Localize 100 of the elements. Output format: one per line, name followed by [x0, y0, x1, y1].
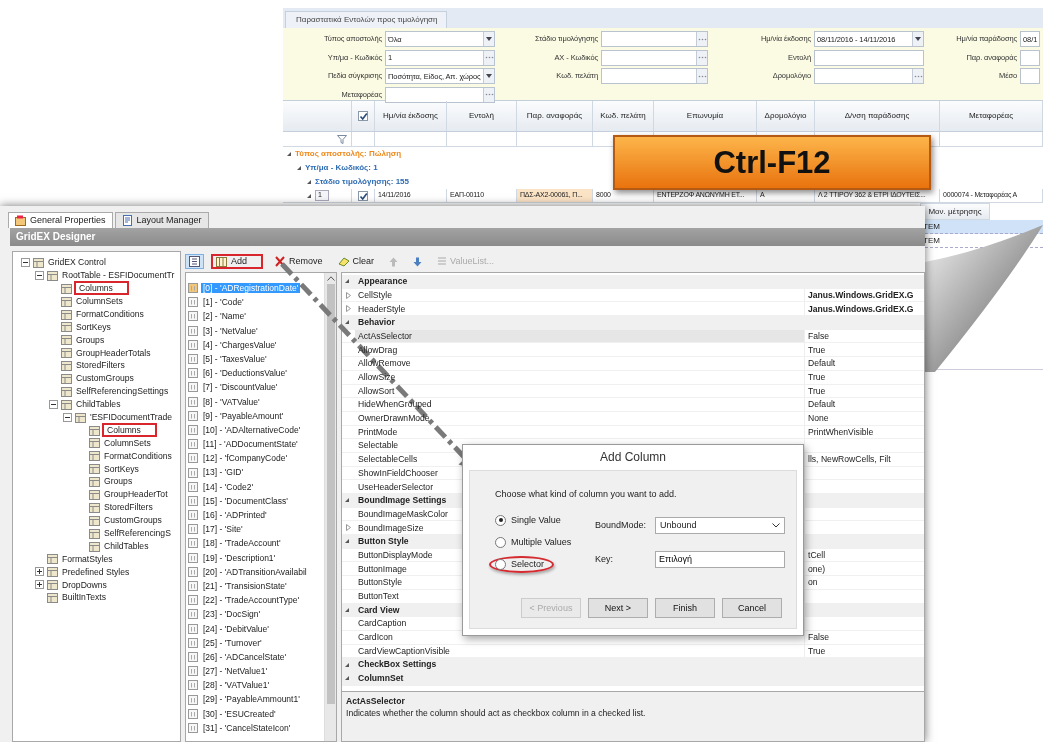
list-item[interactable]: [25] - 'Turnover': [201, 637, 264, 648]
list-item[interactable]: [2] - 'Name': [201, 311, 248, 322]
add-button[interactable]: Add: [211, 254, 263, 269]
row-checkbox[interactable]: [358, 190, 368, 201]
lookup-field[interactable]: [814, 68, 924, 84]
radio-option[interactable]: Selector: [489, 555, 555, 573]
radio-option[interactable]: Single Value: [489, 511, 571, 529]
list-item[interactable]: [1] - 'Code': [201, 297, 246, 308]
row-toggle[interactable]: [307, 193, 311, 198]
tree-item[interactable]: CustomGroups: [102, 515, 164, 526]
lookup-field[interactable]: [385, 86, 495, 103]
property-name[interactable]: HeaderStyle: [358, 303, 406, 314]
tree-item[interactable]: ChildTables: [102, 540, 151, 552]
list-item[interactable]: [20] - 'ADTransitionAvailabil: [201, 566, 309, 577]
list-item[interactable]: [19] - 'Description1': [201, 552, 278, 563]
category-toggle[interactable]: [344, 279, 349, 284]
header-checkbox[interactable]: [358, 111, 368, 121]
tree-toggle[interactable]: [49, 399, 58, 409]
tree-item[interactable]: 'ESFIDocumentTrade: [88, 411, 175, 423]
dropdown-button[interactable]: [483, 69, 494, 83]
property-name[interactable]: SelectableCells: [358, 454, 418, 465]
boundmode-dropdown[interactable]: Unbound: [655, 517, 785, 535]
group-toggle[interactable]: [287, 152, 291, 156]
list-item[interactable]: [10] - 'ADAlternativeCode': [201, 424, 303, 436]
dropdown-button[interactable]: [912, 32, 923, 46]
property-value[interactable]: Janus.Windows.GridEX.G: [808, 303, 914, 314]
column-header[interactable]: Εντολή: [447, 101, 517, 131]
input-field[interactable]: [814, 49, 924, 66]
property-value[interactable]: False: [808, 330, 829, 342]
list-item[interactable]: [5] - 'TaxesValue': [201, 353, 269, 365]
tree-toggle[interactable]: [63, 412, 72, 422]
list-item[interactable]: [12] - 'fCompanyCode': [201, 453, 290, 464]
property-name[interactable]: CellStyle: [358, 289, 392, 301]
input-field[interactable]: [1020, 49, 1040, 66]
property-value[interactable]: PrintWhenVisible: [808, 426, 874, 438]
key-field[interactable]: Επιλογή: [655, 550, 785, 568]
list-item[interactable]: [28] - 'VATValue1': [201, 680, 272, 691]
list-item[interactable]: [29] - 'PayableAmmount1': [201, 694, 302, 705]
list-item[interactable]: [16] - 'ADPrinted': [201, 510, 269, 521]
group-toggle[interactable]: [307, 180, 311, 184]
tree-item[interactable]: RootTable - ESFIDocumentTr: [60, 270, 177, 281]
property-value[interactable]: True: [808, 385, 826, 396]
radio-option[interactable]: Multiple Values: [489, 533, 582, 551]
list-item[interactable]: [4] - 'ChargesValue': [201, 339, 279, 350]
property-name[interactable]: UseHeaderSelector: [358, 481, 433, 492]
list-item[interactable]: [24] - 'DebitValue': [201, 623, 271, 634]
category-toggle[interactable]: [344, 320, 349, 325]
list-item[interactable]: [13] - 'GID': [201, 467, 246, 478]
tree-item[interactable]: FormatConditions: [74, 308, 146, 320]
property-value[interactable]: False: [808, 632, 829, 643]
property-name[interactable]: CardCaption: [358, 618, 407, 629]
document-tab[interactable]: Παραστατικά Εντολών προς τιμολόγηση: [285, 11, 447, 28]
tree-toggle[interactable]: [35, 580, 44, 590]
tree-item[interactable]: Columns: [74, 281, 129, 296]
tree-item[interactable]: SelfReferencingSettings: [74, 386, 171, 397]
tab[interactable]: Layout Manager: [114, 212, 209, 228]
column-header[interactable]: Μεταφορέας: [940, 101, 1043, 131]
list-item[interactable]: [3] - 'NetValue': [201, 325, 260, 336]
lookup-field[interactable]: [601, 31, 708, 47]
clear-button[interactable]: Clear: [333, 254, 379, 269]
property-value[interactable]: one): [808, 563, 826, 574]
tree-item[interactable]: GridEX Control: [46, 257, 108, 268]
group-toggle[interactable]: [297, 166, 301, 170]
category-toggle[interactable]: [344, 539, 349, 544]
expand-icon[interactable]: [346, 524, 351, 532]
list-item[interactable]: [7] - 'DiscountValue': [201, 382, 280, 393]
list-item[interactable]: [26] - 'ADCancelState': [201, 651, 289, 663]
tree-item[interactable]: ColumnSets: [74, 295, 125, 307]
dialog-button[interactable]: Finish: [655, 598, 715, 618]
property-value[interactable]: on: [808, 577, 818, 588]
tree-toggle[interactable]: [21, 257, 30, 267]
property-name[interactable]: Selectable: [358, 440, 399, 451]
property-value[interactable]: Default: [808, 358, 836, 369]
property-value[interactable]: Janus.Windows.GridEX.G: [808, 289, 914, 301]
column-header[interactable]: Παρ. αναφοράς: [517, 101, 593, 131]
tree-item[interactable]: CustomGroups: [74, 373, 136, 384]
tree-item[interactable]: GroupHeaderTotals: [74, 347, 153, 358]
property-name[interactable]: ActAsSelector: [358, 330, 412, 342]
column-header[interactable]: Κωδ. πελάτη: [593, 101, 654, 131]
lookup-field[interactable]: [601, 49, 708, 66]
dialog-button[interactable]: Next >: [588, 598, 648, 618]
dropdown-button[interactable]: [483, 32, 494, 46]
tree-item[interactable]: GroupHeaderTot: [102, 489, 170, 500]
radio-button[interactable]: [495, 536, 506, 548]
remove-button[interactable]: Remove: [270, 254, 327, 269]
tree-item[interactable]: StoredFilters: [102, 502, 155, 513]
category-toggle[interactable]: [344, 662, 349, 667]
tree-item[interactable]: ChildTables: [74, 399, 123, 410]
category-toggle[interactable]: [344, 676, 349, 681]
tab[interactable]: General Properties: [8, 212, 113, 228]
property-name[interactable]: AllowSort: [358, 385, 395, 396]
tree-item[interactable]: DropDowns: [60, 579, 109, 590]
tree-toggle[interactable]: [35, 567, 44, 577]
list-item[interactable]: [15] - 'DocumentClass': [201, 495, 290, 506]
property-name[interactable]: ButtonText: [358, 591, 399, 602]
tree-item[interactable]: SortKeys: [102, 463, 141, 474]
property-name[interactable]: ButtonDisplayMode: [358, 549, 433, 561]
tree-item[interactable]: Predefined Styles: [60, 566, 132, 577]
dialog-button[interactable]: Cancel: [722, 598, 782, 618]
list-item[interactable]: [18] - 'TradeAccount': [201, 538, 283, 549]
